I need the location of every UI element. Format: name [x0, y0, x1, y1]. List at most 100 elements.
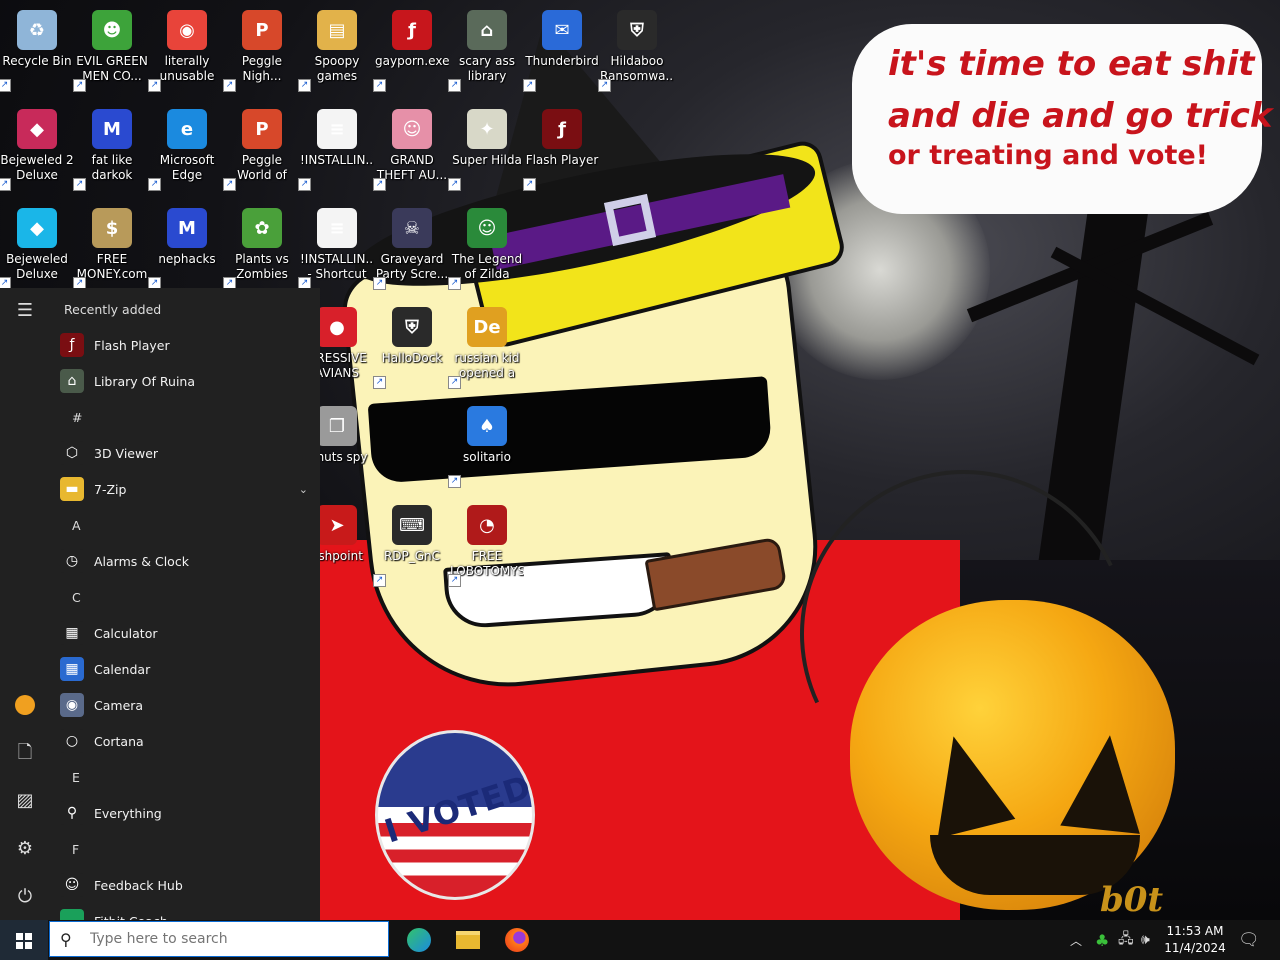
start-menu-app[interactable]: ▦ Calendar	[60, 652, 312, 686]
windows-shield-icon: ⛨	[392, 307, 432, 347]
desktop-icon[interactable]: De ↗russian kid opened a rat	[448, 297, 524, 389]
start-menu-app[interactable]: ⌂ Library Of Ruina	[60, 364, 312, 398]
start-menu-app[interactable]: ◷ Alarms & Clock	[60, 544, 312, 578]
search-icon: ⚲	[60, 929, 72, 949]
start-menu-app-label: Everything	[94, 805, 162, 821]
desktop-icon[interactable]: P ↗ Peggle Nigh...	[223, 0, 299, 92]
shortcut-arrow-icon: ↗	[223, 178, 236, 191]
start-menu-app-label: Calculator	[94, 625, 158, 641]
desktop-icon[interactable]: ƒ ↗ gayporn.exe	[373, 0, 449, 92]
documents-icon[interactable]: 🗋	[12, 740, 38, 766]
start-menu-app[interactable]: ▦ Calculator	[60, 616, 312, 650]
desktop-icon-label: Super Hilda	[452, 153, 522, 167]
windows-logo-icon	[16, 933, 32, 949]
start-menu-app[interactable]: ☺ Feedback Hub	[60, 868, 312, 902]
desktop-icon-label: Plants vs Zombies	[235, 252, 289, 281]
desktop-icon[interactable]: e ↗ Microsoft Edge	[148, 99, 224, 191]
shortcut-arrow-icon: ↗	[73, 79, 86, 92]
fitbit-icon	[60, 909, 84, 920]
start-menu-app[interactable]: ◉ Camera	[60, 688, 312, 722]
desktop-icon[interactable]: ƒ ↗ Flash Player	[523, 99, 599, 191]
desktop-icon[interactable]: ♻ ↗ Recycle Bin	[0, 0, 74, 92]
section-letter[interactable]: A	[72, 518, 81, 533]
shortcut-arrow-icon: ↗	[373, 178, 386, 191]
desktop-icon[interactable]: ✉ ↗ Thunderbird	[523, 0, 599, 92]
hamburger-menu-icon[interactable]: ☰	[12, 298, 38, 324]
desktop-icon[interactable]: ≡ ↗ !INSTALLIN... - Shortcut	[298, 198, 374, 290]
desktop-icon[interactable]: ◆ ↗ Bejeweled Deluxe	[0, 198, 74, 290]
section-letter[interactable]: F	[72, 842, 79, 857]
start-menu-app[interactable]: ○ Cortana	[60, 724, 312, 758]
shortcut-arrow-icon: ↗	[298, 178, 311, 191]
desktop-icon[interactable]: ✿ ↗ Plants vs Zombies	[223, 198, 299, 290]
settings-gear-icon[interactable]: ⚙	[12, 836, 38, 862]
desktop-icon[interactable]: ◆ ↗ Bejeweled 2 Deluxe	[0, 99, 74, 191]
desktop-icon-label: FREE MONEY.com	[76, 252, 148, 281]
mpi-icon: M	[92, 109, 132, 149]
pictures-icon[interactable]: ▨	[12, 788, 38, 814]
desktop-icon-label: The Legend of Zilda	[451, 252, 523, 281]
desktop-icon-label: Peggle Nigh...	[241, 54, 283, 83]
desktop-icon[interactable]: ☺ ↗ The Legend of Zilda	[448, 198, 524, 290]
chevron-down-icon[interactable]: ⌄	[299, 483, 308, 496]
desktop-icon-label: HalloDock	[381, 351, 443, 365]
calculator-icon: ▦	[60, 621, 84, 645]
desktop-icon[interactable]: P ↗Peggle World of Warcraft ...	[223, 99, 299, 191]
desktop-icon[interactable]: $ ↗ FREE MONEY.com	[73, 198, 149, 290]
desktop-icon[interactable]: ⌨ ↗ RDP_GnC	[373, 495, 449, 587]
desktop-icon[interactable]: ▤ ↗ Spoopy games	[298, 0, 374, 92]
lobotomy-icon: ◔	[467, 505, 507, 545]
taskbar-search-box[interactable]: ⚲	[49, 921, 389, 957]
firefox-taskbar-icon[interactable]	[502, 926, 532, 954]
file-explorer-taskbar-icon[interactable]	[453, 926, 483, 954]
start-menu-app[interactable]: ⬡ 3D Viewer	[60, 436, 312, 470]
desktop-icon[interactable]: ⛨ ↗ HalloDock	[373, 297, 449, 389]
flash-icon: ƒ	[392, 10, 432, 50]
desktop-icon[interactable]: ◉ ↗ literally unusable	[148, 0, 224, 92]
network-icon[interactable]: 🖧	[1118, 920, 1134, 960]
desktop-icon[interactable]: ☠ ↗ Graveyard Party Scre...	[373, 198, 449, 290]
section-letter[interactable]: C	[72, 590, 81, 605]
camera-icon: ◉	[60, 693, 84, 717]
start-menu-app[interactable]: ▬ 7-Zip ⌄	[60, 472, 312, 506]
section-letter[interactable]: E	[72, 770, 80, 785]
section-letter[interactable]: #	[72, 410, 82, 425]
desktop-icon[interactable]: ☻ ↗ EVIL GREEN MEN CO...	[73, 0, 149, 92]
edge-taskbar-icon[interactable]	[404, 926, 434, 954]
start-menu-app-partial[interactable]: Fitbit Coach	[60, 904, 312, 920]
desktop-icon[interactable]: ◔ ↗ FREE LOBOTOMYS	[448, 495, 524, 587]
tray-app-icon[interactable]: ♣	[1095, 920, 1109, 960]
desktop-icon[interactable]: ☺ ↗ GRAND THEFT AU...	[373, 99, 449, 191]
nephacks-icon: M	[167, 208, 207, 248]
start-menu-app[interactable]: ƒ Flash Player	[60, 328, 312, 362]
start-button[interactable]	[0, 920, 48, 960]
folder-icon: ▬	[60, 477, 84, 501]
shortcut-arrow-icon: ↗	[148, 178, 161, 191]
desktop-icon[interactable]: M ↗ fat like darkok	[73, 99, 149, 191]
volume-icon[interactable]: 🕪	[1141, 920, 1150, 960]
calendar-icon: ▦	[60, 657, 84, 681]
start-menu-app[interactable]: ⚲ Everything	[60, 796, 312, 830]
desktop-icon[interactable]: ✦ ↗ Super Hilda	[448, 99, 524, 191]
desktop-icon-label: Thunderbird	[525, 54, 599, 68]
show-hidden-icons-chevron-icon[interactable]: ︿	[1070, 920, 1082, 960]
desktop-icon[interactable]: ♠ ↗ solitario	[448, 396, 524, 488]
ashpoint-icon: ➤	[317, 505, 357, 545]
desktop-icon-label: FREE LOBOTOMYS	[450, 549, 524, 578]
search-input[interactable]	[90, 931, 370, 947]
gta-icon: ☺	[392, 109, 432, 149]
peggle-icon: P	[242, 10, 282, 50]
power-icon[interactable]: ⏻	[12, 884, 38, 910]
start-menu-app-label: Library Of Ruina	[94, 373, 195, 389]
desktop-icon-label: gayporn.exe	[375, 54, 449, 68]
desktop-icon-label: !INSTALLIN...	[300, 153, 374, 167]
flash-player-icon: ƒ	[60, 333, 84, 357]
desktop-icon[interactable]: ⛨ ↗ Hildaboo Ransomwa...	[598, 0, 674, 92]
desktop-icon[interactable]: ⌂ ↗ scary ass library	[448, 0, 524, 92]
user-avatar-icon[interactable]	[12, 692, 38, 718]
shortcut-arrow-icon: ↗	[373, 574, 386, 587]
action-center-icon[interactable]: 🗨	[1238, 920, 1260, 960]
desktop-icon[interactable]: M ↗ nephacks	[148, 198, 224, 290]
clock[interactable]: 11:53 AM 11/4/2024	[1160, 923, 1230, 957]
desktop-icon[interactable]: ≡ ↗ !INSTALLIN...	[298, 99, 374, 191]
